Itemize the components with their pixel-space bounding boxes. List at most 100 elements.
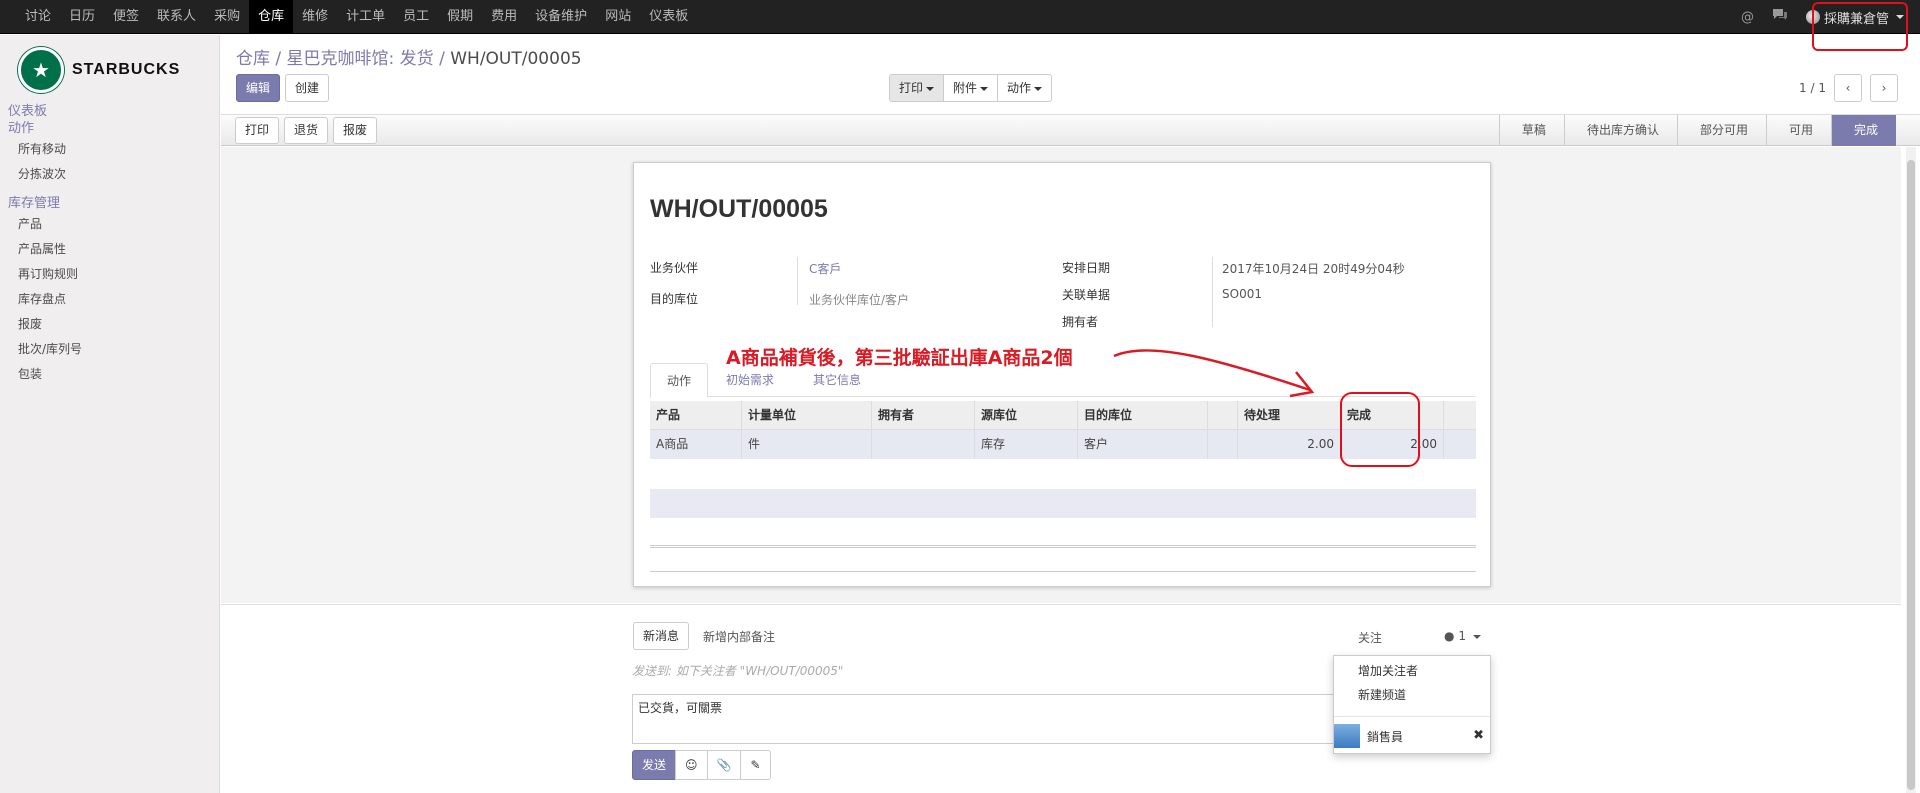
breadcrumb-sep: / xyxy=(275,49,282,69)
paperclip-icon[interactable]: 📎 xyxy=(706,750,742,780)
cell-to-do: 2.00 xyxy=(1238,430,1341,459)
sidebar-item-packages[interactable]: 包装 xyxy=(0,362,220,387)
follower-name[interactable]: 銷售員 xyxy=(1367,728,1403,745)
chevron-down-icon xyxy=(1472,634,1481,639)
message-composer[interactable]: 已交貨，可關票 xyxy=(632,694,1384,744)
menu-item-leaves[interactable]: 假期 xyxy=(438,0,482,34)
menu-item-contacts[interactable]: 联系人 xyxy=(148,0,205,34)
cell-owner xyxy=(872,430,975,459)
status-buttons: 打印 退货 报废 xyxy=(235,117,378,144)
full-composer-icon[interactable]: ✎ xyxy=(740,750,771,780)
menu-item-employees[interactable]: 员工 xyxy=(394,0,438,34)
send-button[interactable]: 发送 xyxy=(632,750,677,780)
chat-icon[interactable] xyxy=(1772,8,1788,26)
scheduled-date-value[interactable]: 2017年10月24日 20时49分04秒 xyxy=(1222,260,1405,277)
column-owner[interactable]: 拥有者 xyxy=(872,401,975,429)
menu-item-purchase[interactable]: 采购 xyxy=(205,0,249,34)
scrollbar-thumb[interactable] xyxy=(1907,160,1915,790)
followers-menu: 增加关注者 新建频道 銷售員 ✖ xyxy=(1333,655,1491,754)
new-message-button[interactable]: 新消息 xyxy=(633,622,690,650)
column-source[interactable]: 源库位 xyxy=(975,401,1078,429)
attachment-dropdown[interactable]: 附件 xyxy=(943,74,999,102)
sidebar-item-dashboard[interactable]: 仪表板 xyxy=(0,103,220,120)
follower-avatar xyxy=(1334,724,1360,748)
sidebar-item-all-moves[interactable]: 所有移动 xyxy=(0,137,220,162)
send-to-hint: 发送到: 如下关注者 "WH/OUT/00005" xyxy=(632,664,844,678)
composer-toolbar: 发送 ☺ 📎 ✎ xyxy=(632,750,771,780)
chevron-right-icon: › xyxy=(1881,81,1887,95)
sidebar-item-reorder-rules[interactable]: 再订购规则 xyxy=(0,262,220,287)
edit-button[interactable]: 编辑 xyxy=(236,74,281,102)
breadcrumb-inventory[interactable]: 仓库 xyxy=(236,49,270,69)
source-document-value[interactable]: SO001 xyxy=(1222,287,1262,301)
logo-text: STARBUCKS xyxy=(72,61,181,78)
destination-value[interactable]: 业务伙伴库位/客户 xyxy=(809,291,909,308)
sidebar-section-actions: 动作 xyxy=(8,121,35,136)
followers-dropdown[interactable]: ● 1 xyxy=(1444,629,1481,643)
menu-item-expenses[interactable]: 费用 xyxy=(482,0,526,34)
menu-item-maintenance[interactable]: 设备维护 xyxy=(526,0,596,34)
sidebar-actions: 打印 附件 动作 xyxy=(889,74,1053,102)
user-icon: ● xyxy=(1444,629,1455,643)
company-logo[interactable]: ★ STARBUCKS xyxy=(18,47,180,93)
form-buttons: 编辑 创建 xyxy=(236,74,330,102)
tab-operations[interactable]: 动作 xyxy=(650,363,709,398)
mention-icon[interactable]: @ xyxy=(1741,10,1754,25)
sidebar-nav: 仪表板 动作 所有移动 分拣波次 库存管理 产品 产品属性 再订购规则 库存盘点… xyxy=(0,103,220,387)
print-dropdown[interactable]: 打印 xyxy=(889,74,945,102)
menu-item-calendar[interactable]: 日历 xyxy=(60,0,104,34)
pager: 1 / 1 ‹ › xyxy=(1799,74,1898,102)
starbucks-logo-icon: ★ xyxy=(18,47,64,93)
table-empty-row xyxy=(650,489,1476,518)
annotation-highlight-done xyxy=(1340,392,1420,467)
column-product[interactable]: 产品 xyxy=(650,401,742,429)
follower-count: 1 xyxy=(1458,629,1466,643)
chevron-left-icon: ‹ xyxy=(1845,81,1851,95)
menu-item-website[interactable]: 网站 xyxy=(596,0,640,34)
sidebar-item-inventory-count[interactable]: 库存盘点 xyxy=(0,287,220,312)
sidebar-item-products[interactable]: 产品 xyxy=(0,212,220,237)
sidebar: ★ STARBUCKS 仪表板 动作 所有移动 分拣波次 库存管理 产品 产品属… xyxy=(0,35,220,793)
menu-item-repair[interactable]: 维修 xyxy=(293,0,337,34)
pager-previous-button[interactable]: ‹ xyxy=(1834,74,1862,102)
menu-item-timesheet[interactable]: 计工单 xyxy=(337,0,394,34)
create-button[interactable]: 创建 xyxy=(285,74,330,102)
document-title: WH/OUT/00005 xyxy=(650,195,828,223)
remove-follower-icon[interactable]: ✖ xyxy=(1473,728,1484,743)
annotation-highlight-user xyxy=(1812,2,1908,51)
return-button[interactable]: 退货 xyxy=(284,117,329,144)
stage-draft: 草稿 xyxy=(1498,115,1564,146)
scrap-button[interactable]: 报废 xyxy=(333,117,378,144)
sidebar-item-lots[interactable]: 批次/库列号 xyxy=(0,337,220,362)
annotation-text: A商品補貨後，第三批驗証出庫A商品2個 xyxy=(726,347,1073,369)
menu-item-notes[interactable]: 便签 xyxy=(104,0,148,34)
emoji-icon[interactable]: ☺ xyxy=(675,750,708,780)
cell-blank xyxy=(1208,430,1238,459)
stage-available: 可用 xyxy=(1765,115,1831,146)
partner-value[interactable]: C客戶 xyxy=(809,260,841,277)
cell-uom: 件 xyxy=(742,430,872,459)
breadcrumb-sep: / xyxy=(439,49,445,69)
column-uom[interactable]: 计量单位 xyxy=(742,401,872,429)
menu-item-discuss[interactable]: 讨论 xyxy=(16,0,60,34)
menu-item-dashboard[interactable]: 仪表板 xyxy=(640,0,697,34)
scheduled-date-label: 安排日期 xyxy=(1062,261,1111,275)
sidebar-item-picking-waves[interactable]: 分拣波次 xyxy=(0,162,220,187)
sidebar-item-scrap[interactable]: 报废 xyxy=(0,312,220,337)
breadcrumb-delivery[interactable]: 星巴克咖啡馆: 发货 xyxy=(287,49,434,69)
action-dropdown[interactable]: 动作 xyxy=(997,74,1053,102)
form-sheet: WH/OUT/00005 业务伙伴 C客戶 目的库位 业务伙伴库位/客户 安排日… xyxy=(633,162,1491,587)
status-bar: 打印 退货 报废 草稿 待出库方确认 部分可用 可用 完成 xyxy=(221,114,1920,146)
pager-value: 1 / 1 xyxy=(1799,81,1826,95)
cell-destination: 客户 xyxy=(1078,430,1208,459)
sidebar-item-attributes[interactable]: 产品属性 xyxy=(0,237,220,262)
print-button[interactable]: 打印 xyxy=(235,117,280,144)
stage-done: 完成 xyxy=(1830,115,1896,146)
menu-item-inventory[interactable]: 仓库 xyxy=(249,0,294,34)
cell-product: A商品 xyxy=(650,430,742,459)
pager-next-button[interactable]: › xyxy=(1870,74,1898,102)
follow-button[interactable]: 关注 xyxy=(1358,629,1382,646)
add-follower-item[interactable]: 增加关注者 xyxy=(1358,662,1418,679)
add-channel-item[interactable]: 新建频道 xyxy=(1358,686,1406,703)
log-note-button[interactable]: 新增内部备注 xyxy=(703,628,775,645)
